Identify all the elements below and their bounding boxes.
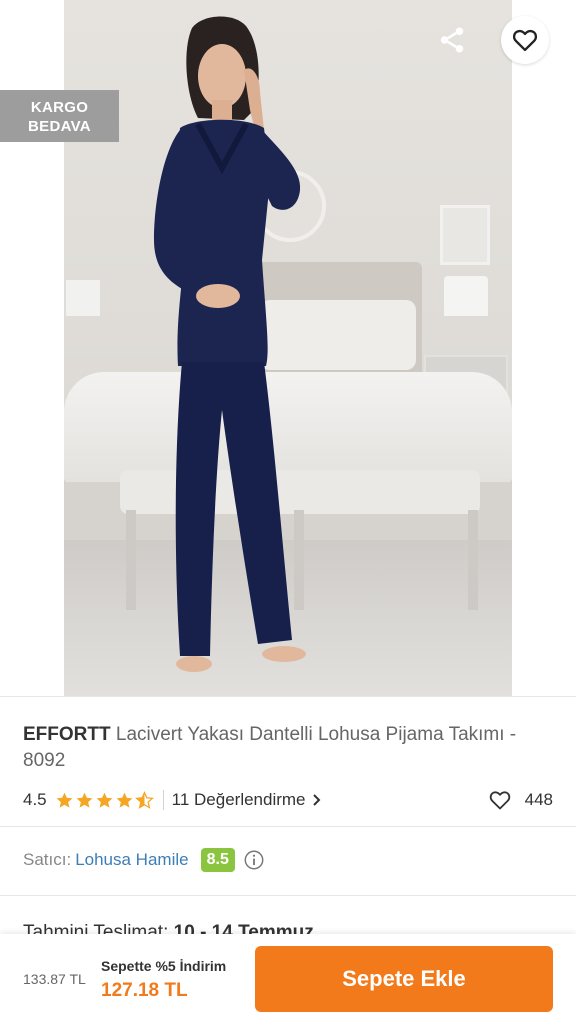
seller-row: Satıcı: Lohusa Hamile 8.5 xyxy=(23,845,265,875)
photo-lamp xyxy=(444,276,488,316)
favorites-count[interactable]: 448 xyxy=(487,788,553,812)
free-shipping-badge: KARGO BEDAVA xyxy=(0,90,119,142)
cart-discount-label: Sepette %5 İndirim xyxy=(101,958,227,974)
rating-separator xyxy=(162,790,164,810)
seller-name-link[interactable]: Lohusa Hamile xyxy=(75,850,188,870)
old-price: 133.87 TL xyxy=(23,971,86,987)
star-full-icon xyxy=(56,792,73,808)
seller-score-badge: 8.5 xyxy=(200,848,235,872)
back-button[interactable] xyxy=(22,18,66,62)
divider xyxy=(0,895,576,896)
star-full-icon xyxy=(96,792,113,808)
heart-outline-icon xyxy=(512,29,538,52)
share-button[interactable] xyxy=(430,18,474,62)
discounted-price: 127.18 TL xyxy=(101,980,188,1001)
divider xyxy=(0,826,576,827)
favorites-count-value: 448 xyxy=(524,790,553,809)
rating-stars xyxy=(55,790,155,810)
star-full-icon xyxy=(76,792,93,808)
reviews-link[interactable]: 11 Değerlendirme xyxy=(172,790,322,810)
product-image-gallery[interactable]: KARGO BEDAVA xyxy=(0,0,576,696)
model-silhouette xyxy=(154,16,306,672)
chevron-right-icon xyxy=(312,794,320,806)
seller-label: Satıcı: xyxy=(23,850,72,869)
product-detail-screen: KARGO BEDAVA EFFORTT Lacivert Yakası Dan… xyxy=(0,0,576,1024)
photo-bench-leg xyxy=(468,510,478,610)
share-icon xyxy=(440,27,464,53)
info-icon[interactable] xyxy=(243,849,265,871)
divider xyxy=(0,696,576,697)
product-title: EFFORTT Lacivert Yakası Dantelli Lohusa … xyxy=(23,722,543,774)
heart-outline-icon xyxy=(489,791,510,810)
badge-line-1: KARGO xyxy=(30,99,89,116)
reviews-label: 11 Değerlendirme xyxy=(171,790,306,809)
rating-row: 4.5 11 Değerlendirme 448 xyxy=(23,786,553,814)
star-half-icon xyxy=(134,790,154,809)
star-full-icon xyxy=(116,792,133,808)
photo-frame xyxy=(440,205,490,265)
badge-line-2: BEDAVA xyxy=(28,118,91,135)
rating-value: 4.5 xyxy=(23,790,47,809)
product-brand[interactable]: EFFORTT xyxy=(23,724,111,745)
add-to-cart-button[interactable]: Sepete Ekle xyxy=(255,946,553,1012)
product-photo[interactable] xyxy=(64,0,512,696)
arrow-left-icon xyxy=(33,30,55,50)
top-bar xyxy=(0,0,576,80)
favorite-button[interactable] xyxy=(501,16,549,64)
